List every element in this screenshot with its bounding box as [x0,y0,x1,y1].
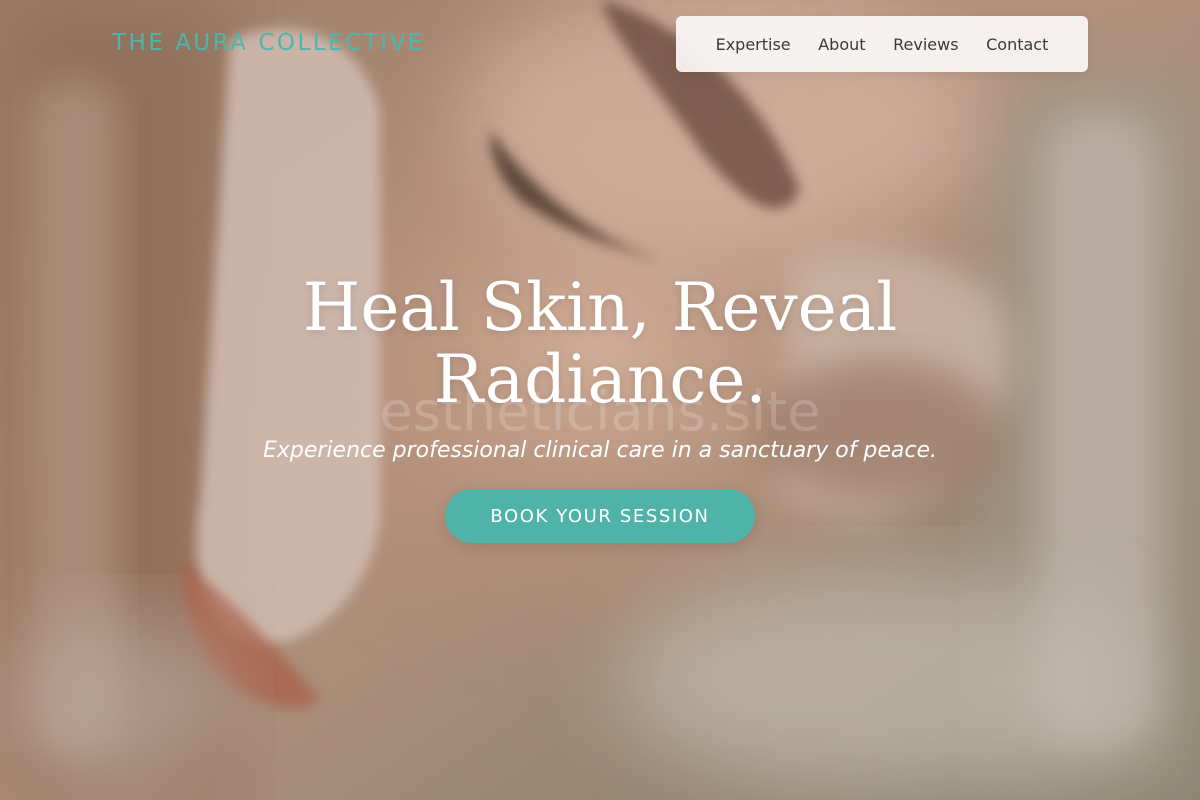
hero-subtitle: Experience professional clinical care in… [262,438,938,463]
hero-section: THE AURA COLLECTIVE Expertise About Revi… [0,0,1200,800]
hero-headline-line-1: Heal Skin, Reveal [302,269,898,346]
watermark-text: estheticians.site [379,380,821,443]
top-navigation: Expertise About Reviews Contact [676,16,1088,72]
nav-link-contact[interactable]: Contact [986,35,1048,54]
nav-link-about[interactable]: About [818,35,865,54]
nav-link-reviews[interactable]: Reviews [893,35,958,54]
brand-logo[interactable]: THE AURA COLLECTIVE [112,30,425,56]
book-session-button[interactable]: BOOK YOUR SESSION [445,489,755,543]
nav-link-expertise[interactable]: Expertise [716,35,791,54]
